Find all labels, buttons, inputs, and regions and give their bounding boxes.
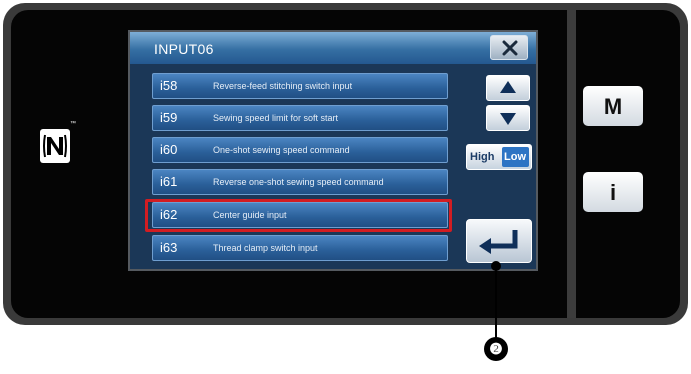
row-number: i58 [160,78,178,93]
row-label: Thread clamp switch input [213,243,318,253]
row-label: Reverse one-shot sewing speed command [213,177,384,187]
enter-button[interactable] [466,219,532,263]
list-item-i63[interactable]: i63 Thread clamp switch input [152,235,448,261]
nfc-mark-icon [40,129,70,163]
row-number: i60 [160,142,178,157]
callout-leader-line [495,265,497,341]
close-x-icon [502,40,518,56]
info-button[interactable]: i [583,172,643,212]
high-low-toggle[interactable]: High Low [466,144,532,170]
list-item-i59[interactable]: i59 Sewing speed limit for soft start [152,105,448,131]
panel-divider [567,10,576,318]
list-item-i60[interactable]: i60 One-shot sewing speed command [152,137,448,163]
callout-badge: ❷ [484,337,508,361]
row-number: i59 [160,110,178,125]
scroll-up-button[interactable] [486,75,530,101]
touch-screen: INPUT06 i58 Reverse-feed stitching switc… [128,30,538,271]
row-number: i63 [160,240,178,255]
high-option[interactable]: High [470,151,494,163]
callout-number: ❷ [489,341,503,358]
row-label: Sewing speed limit for soft start [213,113,339,123]
trademark-mark: ™ [70,121,76,127]
row-label: Reverse-feed stitching switch input [213,81,353,91]
mode-button[interactable]: M [583,86,643,126]
row-label: One-shot sewing speed command [213,145,350,155]
window-title: INPUT06 [154,41,214,57]
row-number: i61 [160,174,178,189]
scroll-down-button[interactable] [486,105,530,131]
low-option-label: Low [504,151,526,163]
selected-row-highlight [145,199,452,232]
mode-button-label: M [603,94,623,119]
low-option[interactable]: Low [502,147,529,167]
enter-arrow-icon [479,230,518,254]
triangle-up-icon [500,81,516,93]
list-item-i61[interactable]: i61 Reverse one-shot sewing speed comman… [152,169,448,195]
callout-leader-dot [491,261,501,271]
list-item-i58[interactable]: i58 Reverse-feed stitching switch input [152,73,448,99]
title-bar: INPUT06 [130,32,536,64]
info-button-label: i [609,180,617,205]
triangle-down-icon [500,113,516,125]
close-button[interactable] [490,35,528,60]
